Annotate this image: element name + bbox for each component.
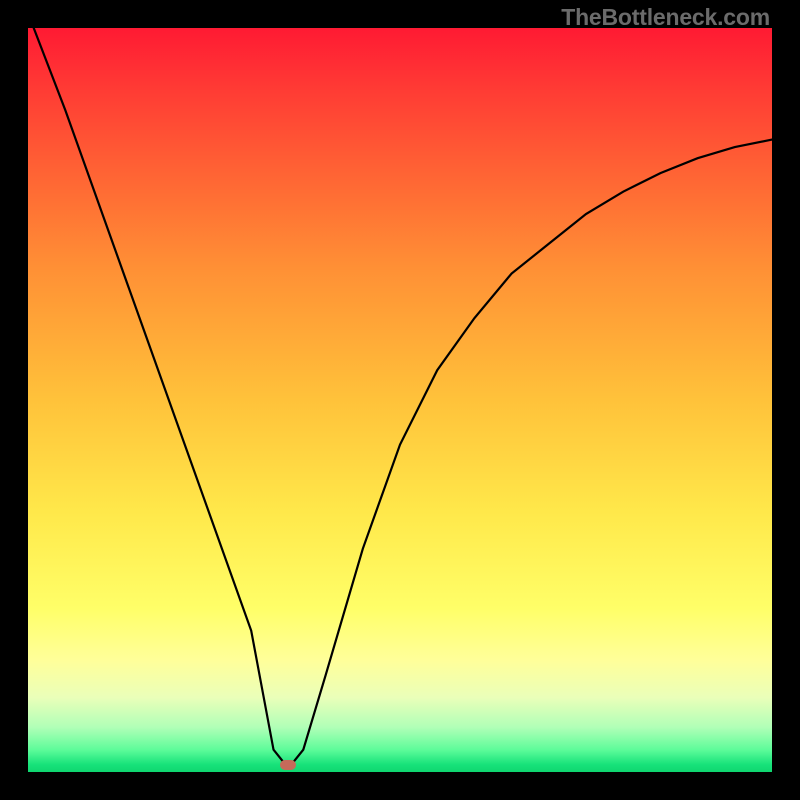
curve-svg <box>28 28 772 772</box>
bottleneck-curve <box>28 13 772 768</box>
plot-area <box>28 28 772 772</box>
chart-frame: TheBottleneck.com <box>0 0 800 800</box>
watermark: TheBottleneck.com <box>561 4 770 31</box>
optimal-marker <box>280 760 296 770</box>
